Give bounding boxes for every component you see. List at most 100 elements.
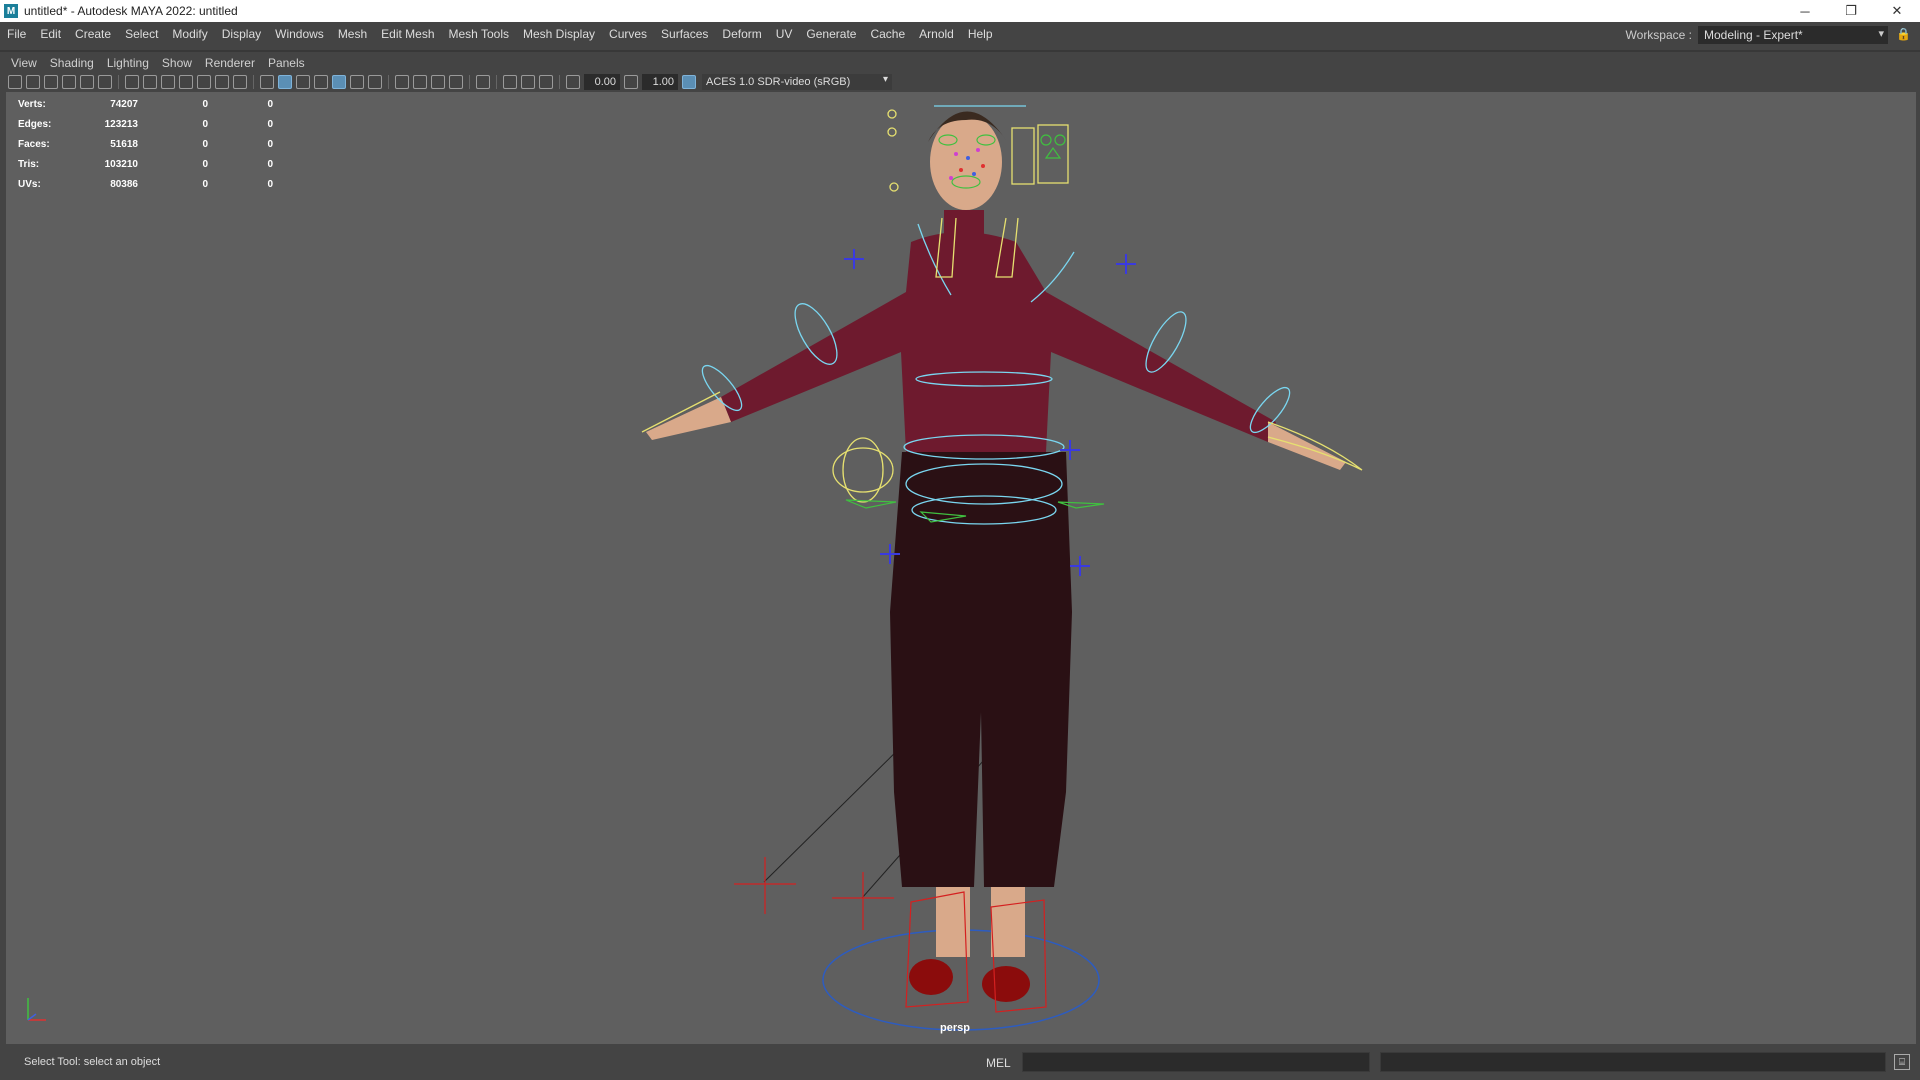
- gamma-icon[interactable]: [624, 75, 638, 89]
- depth-of-field-icon[interactable]: [449, 75, 463, 89]
- hud-value: 74207: [110, 98, 138, 110]
- toolbar-separator: [559, 75, 560, 89]
- menu-windows[interactable]: Windows: [268, 27, 331, 41]
- safe-title-icon[interactable]: [233, 75, 247, 89]
- field-chart-icon[interactable]: [197, 75, 211, 89]
- menu-arnold[interactable]: Arnold: [912, 27, 961, 41]
- hud-label: Faces:: [18, 138, 50, 150]
- hud-value: 80386: [110, 178, 138, 190]
- gamma-field[interactable]: 1.00: [642, 74, 678, 90]
- hud-row-tris: Tris: 103210 0 0: [18, 154, 273, 174]
- hud-value: 0: [202, 178, 208, 190]
- default-material-icon[interactable]: [296, 75, 310, 89]
- hud-value: 0: [202, 118, 208, 130]
- resolution-gate-icon[interactable]: [161, 75, 175, 89]
- right-shoe: [982, 966, 1030, 1002]
- 2d-pan-zoom-icon[interactable]: [80, 75, 94, 89]
- command-result-field: [1380, 1052, 1886, 1072]
- command-language-toggle[interactable]: MEL: [986, 1056, 1011, 1070]
- foot-locator-right: [832, 872, 894, 930]
- workspace-value: Modeling - Expert*: [1704, 28, 1803, 42]
- workspace-dropdown[interactable]: Modeling - Expert* ▾: [1698, 26, 1888, 44]
- view-transform-value: ACES 1.0 SDR-video (sRGB): [706, 76, 851, 88]
- xray-icon[interactable]: [503, 75, 517, 89]
- command-line-input[interactable]: [1022, 1052, 1370, 1072]
- camera-attributes-icon[interactable]: [26, 75, 40, 89]
- window-title: untitled* - Autodesk MAYA 2022: untitled: [24, 4, 238, 18]
- hud-value: 51618: [110, 138, 138, 150]
- workspace-selector: Workspace : Modeling - Expert* ▾ 🔒: [1625, 25, 1911, 45]
- menu-uv[interactable]: UV: [769, 27, 800, 41]
- menu-help[interactable]: Help: [961, 27, 1000, 41]
- close-button[interactable]: ✕: [1874, 0, 1920, 22]
- anti-aliasing-icon[interactable]: [431, 75, 445, 89]
- menu-modify[interactable]: Modify: [165, 27, 214, 41]
- textured-icon[interactable]: [332, 75, 346, 89]
- panel-menu-show[interactable]: Show: [157, 56, 200, 70]
- hud-value: 0: [202, 98, 208, 110]
- exposure-field[interactable]: 0.00: [584, 74, 620, 90]
- select-camera-icon[interactable]: [8, 75, 22, 89]
- panel-menu-lighting[interactable]: Lighting: [102, 56, 157, 70]
- maya-app-icon: M: [4, 4, 18, 18]
- menu-deform[interactable]: Deform: [715, 27, 768, 41]
- grease-pencil-icon[interactable]: [98, 75, 112, 89]
- film-gate-icon[interactable]: [143, 75, 157, 89]
- menu-cache[interactable]: Cache: [863, 27, 912, 41]
- minimize-button[interactable]: ─: [1782, 0, 1828, 22]
- title-bar: M untitled* - Autodesk MAYA 2022: untitl…: [0, 0, 1920, 22]
- panel-menu-view[interactable]: View: [6, 56, 45, 70]
- panel-toolbar: 0.00 1.00 ACES 1.0 SDR-video (sRGB) ▾: [6, 72, 1916, 92]
- turtleneck: [944, 210, 984, 246]
- toolbar-separator: [118, 75, 119, 89]
- menu-select[interactable]: Select: [118, 27, 165, 41]
- bookmark-icon[interactable]: [44, 75, 58, 89]
- menu-edit-mesh[interactable]: Edit Mesh: [374, 27, 441, 41]
- gate-mask-icon[interactable]: [179, 75, 193, 89]
- color-management-icon[interactable]: [682, 75, 696, 89]
- hud-row-edges: Edges: 123213 0 0: [18, 114, 273, 134]
- ambient-occlusion-icon[interactable]: [395, 75, 409, 89]
- xray-joints-icon[interactable]: [539, 75, 553, 89]
- perspective-viewport[interactable]: Verts: 74207 0 0 Edges: 123213 0 0 Faces…: [6, 92, 1916, 1044]
- panel-menu-shading[interactable]: Shading: [45, 56, 102, 70]
- foot-locator-left: [734, 857, 796, 914]
- menu-edit[interactable]: Edit: [33, 27, 68, 41]
- menu-mesh-tools[interactable]: Mesh Tools: [442, 27, 516, 41]
- lights-icon[interactable]: [350, 75, 364, 89]
- menubar-divider: [0, 50, 1920, 52]
- menu-curves[interactable]: Curves: [602, 27, 654, 41]
- chevron-down-icon: ▾: [882, 74, 888, 85]
- panel-menu-renderer[interactable]: Renderer: [200, 56, 263, 70]
- isolate-select-icon[interactable]: [476, 75, 490, 89]
- right-hand: [1268, 422, 1346, 470]
- xray-active-icon[interactable]: [521, 75, 535, 89]
- view-transform-dropdown[interactable]: ACES 1.0 SDR-video (sRGB) ▾: [702, 74, 892, 90]
- toolbar-separator: [253, 75, 254, 89]
- wireframe-on-shaded-icon[interactable]: [314, 75, 328, 89]
- smooth-shade-icon[interactable]: [278, 75, 292, 89]
- restore-button[interactable]: ❐: [1828, 0, 1874, 22]
- safe-action-icon[interactable]: [215, 75, 229, 89]
- shadows-icon[interactable]: [368, 75, 382, 89]
- image-plane-icon[interactable]: [62, 75, 76, 89]
- exposure-icon[interactable]: [566, 75, 580, 89]
- menu-generate[interactable]: Generate: [799, 27, 863, 41]
- hud-row-verts: Verts: 74207 0 0: [18, 94, 273, 114]
- grid-icon[interactable]: [125, 75, 139, 89]
- menu-surfaces[interactable]: Surfaces: [654, 27, 715, 41]
- toolbar-separator: [469, 75, 470, 89]
- script-editor-icon[interactable]: ⌸: [1894, 1054, 1910, 1070]
- lock-icon[interactable]: 🔒: [1896, 27, 1911, 43]
- menu-mesh[interactable]: Mesh: [331, 27, 374, 41]
- hud-value: 0: [267, 158, 273, 170]
- workspace-label: Workspace :: [1625, 28, 1692, 42]
- wireframe-icon[interactable]: [260, 75, 274, 89]
- panel-menu-panels[interactable]: Panels: [263, 56, 313, 70]
- motion-blur-icon[interactable]: [413, 75, 427, 89]
- menu-create[interactable]: Create: [68, 27, 118, 41]
- menu-file[interactable]: File: [0, 27, 33, 41]
- camera-label: persp: [940, 1022, 970, 1034]
- menu-display[interactable]: Display: [215, 27, 268, 41]
- menu-mesh-display[interactable]: Mesh Display: [516, 27, 602, 41]
